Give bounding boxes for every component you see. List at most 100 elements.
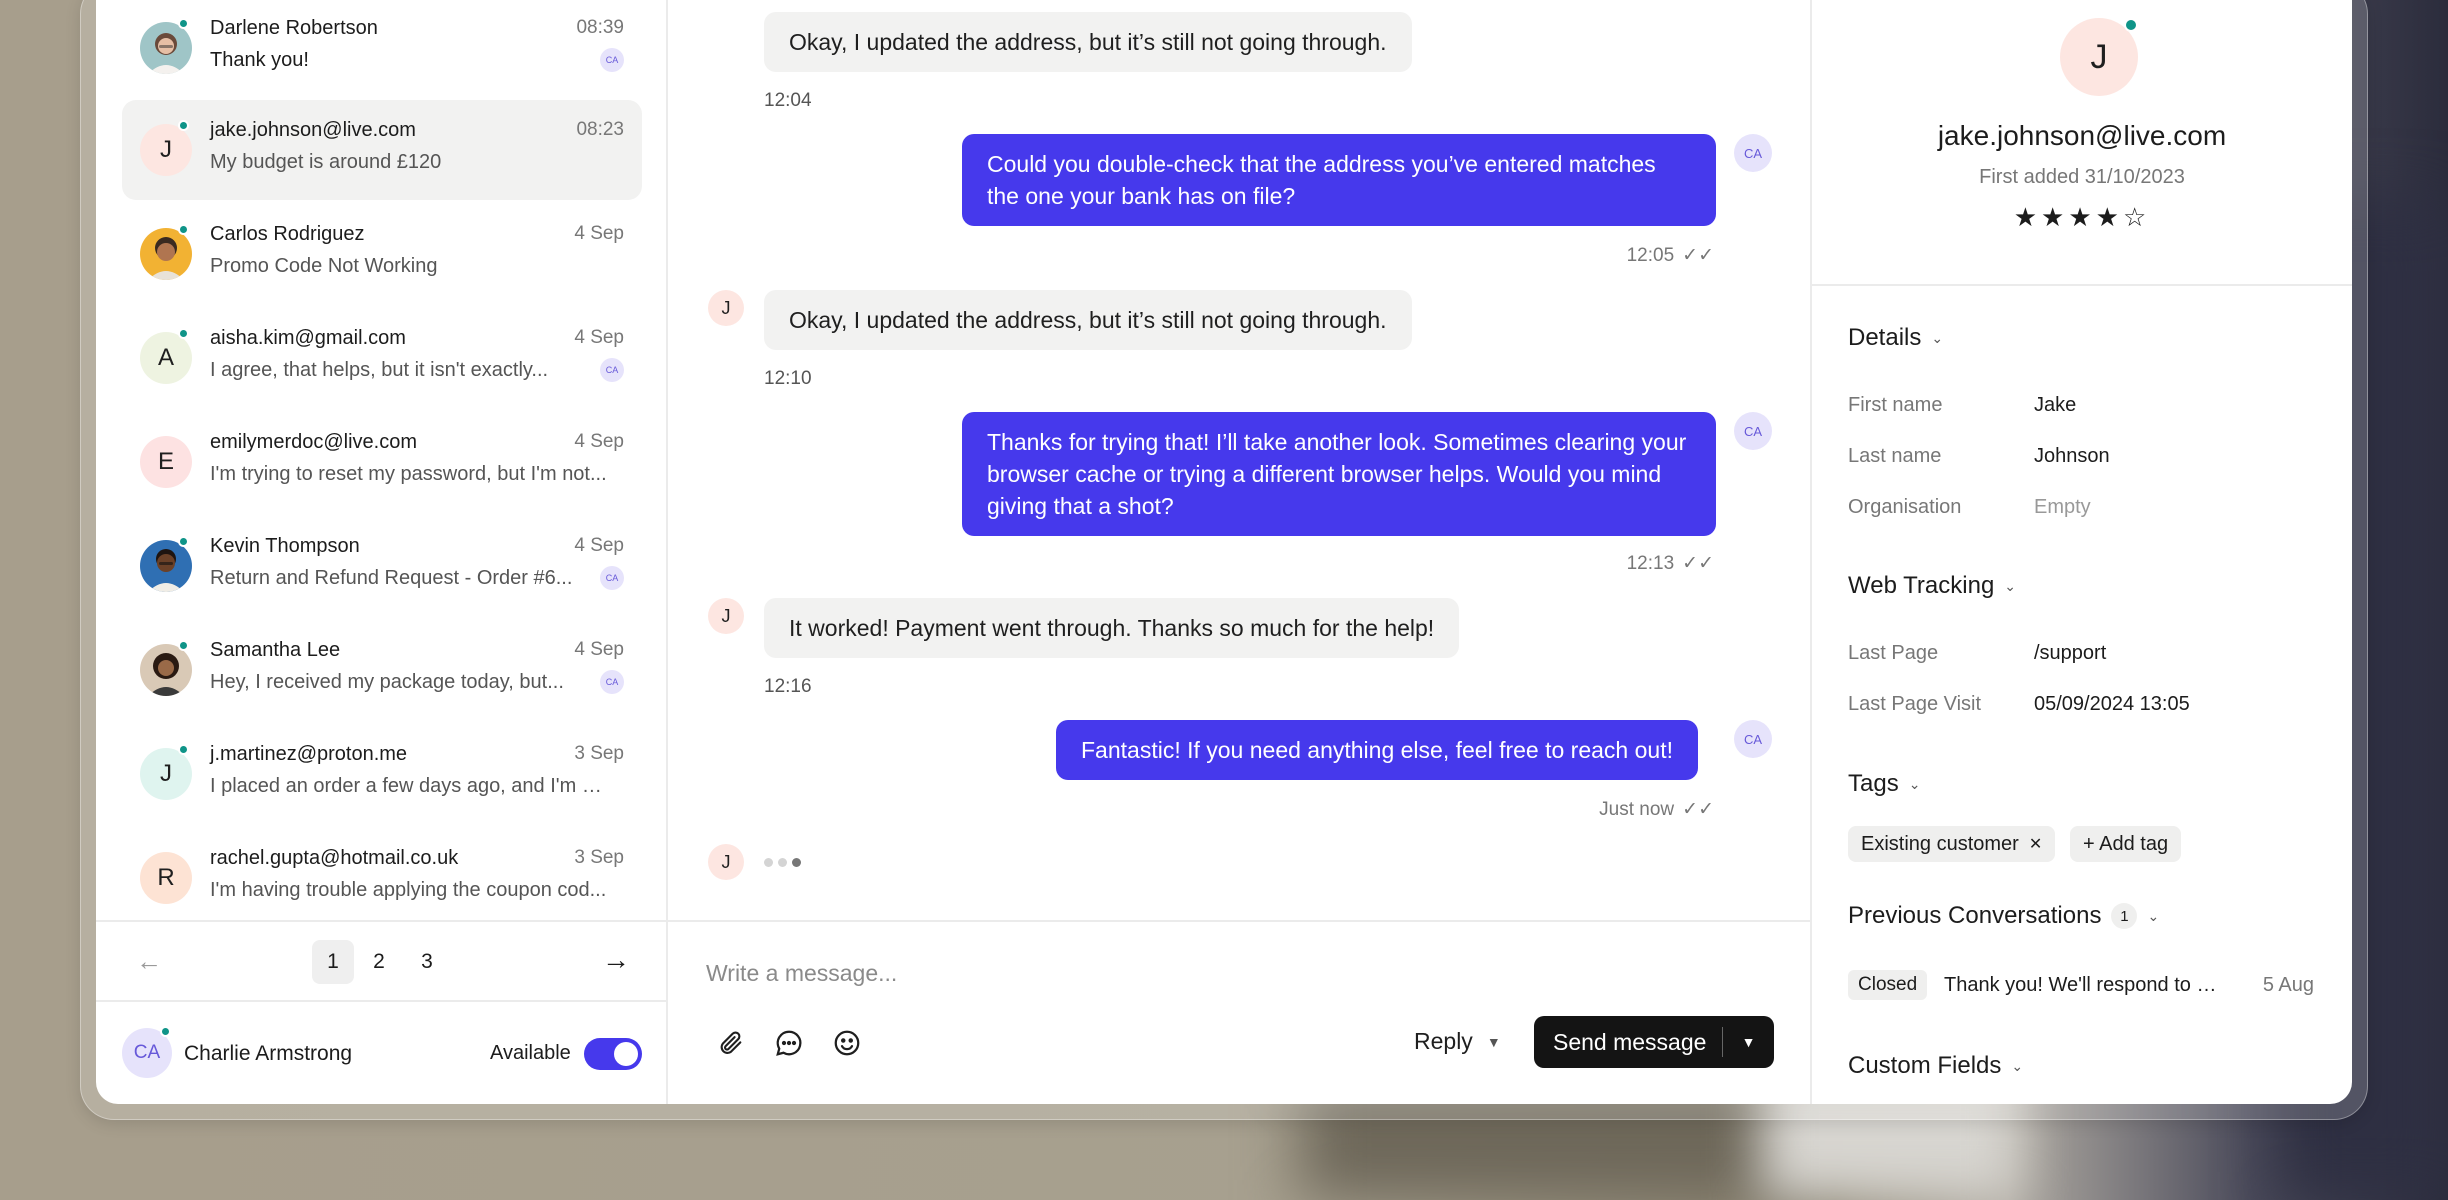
reply-mode-dropdown[interactable]: Reply ▼	[1414, 1028, 1501, 1055]
online-indicator	[178, 744, 189, 755]
conversation-item[interactable]: E emilymerdoc@live.com 4 Sep I'm trying …	[122, 412, 642, 512]
avatar: CA	[1734, 412, 1772, 450]
avatar	[140, 22, 192, 74]
message-time: 12:05	[1626, 244, 1675, 266]
web-tracking-section-header[interactable]: Web Tracking ⌄	[1848, 572, 2016, 600]
contact-email: jake.johnson@live.com	[1937, 120, 2227, 151]
conversation-list: Darlene Robertson 08:39 Thank you! CA J …	[96, 0, 666, 920]
first-name-value[interactable]: Jake	[2034, 394, 2076, 417]
custom-fields-section-header[interactable]: Custom Fields ⌄	[1848, 1052, 2023, 1080]
chevron-down-icon: ⌄	[1908, 775, 1921, 792]
conversation-item[interactable]: Carlos Rodriguez 4 Sep Promo Code Not Wo…	[122, 204, 642, 304]
reply-label: Reply	[1414, 1028, 1473, 1054]
field-label: Organisation	[1848, 496, 1962, 518]
status-badge: Closed	[1848, 970, 1928, 1000]
arrow-left-icon[interactable]: ←	[136, 946, 162, 977]
paperclip-icon[interactable]	[714, 1026, 748, 1060]
inbox-app: Darlene Robertson 08:39 Thank you! CA J …	[96, 0, 2352, 1104]
details-section-header[interactable]: Details ⌄	[1848, 324, 1943, 352]
conversation-item[interactable]: J j.martinez@proton.me 3 Sep I placed an…	[122, 724, 642, 824]
conversation-preview: Thank you!	[210, 49, 309, 71]
field-label: Last Page	[1848, 642, 1939, 664]
star-rating[interactable]: ★★★★☆	[1812, 202, 2352, 233]
chevron-down-icon: ⌄	[2147, 907, 2160, 924]
page-2-button[interactable]: 2	[358, 940, 400, 984]
add-tag-button[interactable]: + Add tag	[2070, 826, 2182, 862]
send-label: Send message	[1553, 1028, 1707, 1055]
message-composer: Reply ▼ Send message ▼	[668, 920, 1812, 1104]
page-1-button[interactable]: 1	[312, 940, 354, 984]
avatar: CA	[1734, 720, 1772, 758]
last-name-value[interactable]: Johnson	[2034, 445, 2110, 468]
double-check-icon: ✓✓	[1682, 799, 1714, 820]
double-check-icon: ✓✓	[1682, 553, 1714, 574]
conversation-name: Carlos Rodriguez	[210, 223, 365, 245]
message-outgoing: Fantastic! If you need anything else, fe…	[1056, 720, 1698, 780]
chevron-down-icon: ⌄	[1931, 329, 1944, 346]
conversation-time: 4 Sep	[574, 639, 624, 660]
message-time: 12:16	[764, 676, 812, 697]
avatar: J	[708, 844, 744, 880]
conversation-name: aisha.kim@gmail.com	[210, 327, 406, 349]
message-status: 12:05 ✓✓	[1627, 244, 1714, 267]
field-label: First name	[1848, 394, 1943, 416]
conversation-item[interactable]: R rachel.gupta@hotmail.co.uk 3 Sep I'm h…	[122, 828, 642, 928]
agent-badge: CA	[600, 566, 624, 590]
message-input[interactable]	[706, 960, 1606, 987]
conversation-time: 08:23	[576, 119, 624, 140]
conversation-name: Samantha Lee	[210, 639, 341, 661]
previous-conversation-item[interactable]: Thank you! We'll respond to your query s…	[1944, 974, 2226, 997]
avatar: J	[708, 598, 744, 634]
chevron-down-icon: ⌄	[2004, 577, 2017, 594]
double-check-icon: ✓✓	[1682, 245, 1714, 266]
caret-down-icon[interactable]: ▼	[1723, 1034, 1774, 1050]
first-added: First added 31/10/2023	[1979, 166, 2185, 188]
online-indicator	[178, 536, 189, 547]
arrow-right-icon[interactable]: →	[602, 944, 630, 976]
online-indicator	[160, 1026, 171, 1037]
conversation-item[interactable]: Kevin Thompson 4 Sep Return and Refund R…	[122, 516, 642, 616]
avatar: A	[140, 332, 192, 384]
avatar	[140, 540, 192, 592]
contact-panel: J jake.johnson@live.com First added 31/1…	[1812, 0, 2352, 1104]
section-title: Previous Conversations	[1848, 902, 2102, 929]
conversation-time: 3 Sep	[574, 743, 624, 764]
send-message-button[interactable]: Send message ▼	[1534, 1016, 1774, 1068]
avatar	[140, 228, 192, 280]
last-page-value: /support	[2034, 642, 2107, 664]
conversation-item[interactable]: Darlene Robertson 08:39 Thank you! CA	[122, 0, 642, 98]
chat-bubble-icon[interactable]	[772, 1026, 806, 1060]
message-status: Just now ✓✓	[1599, 798, 1714, 821]
online-indicator	[178, 640, 189, 651]
conversation-name: emilymerdoc@live.com	[210, 431, 418, 453]
online-indicator	[178, 224, 189, 235]
availability-toggle[interactable]	[584, 1038, 642, 1070]
conversation-item[interactable]: Samantha Lee 4 Sep Hey, I received my pa…	[122, 620, 642, 720]
section-title: Web Tracking	[1848, 572, 1995, 599]
avatar: R	[140, 852, 192, 904]
online-indicator	[2124, 18, 2138, 32]
previous-conversations-header[interactable]: Previous Conversations 1 ⌄	[1848, 902, 2159, 930]
organisation-value[interactable]: Empty	[2034, 496, 2091, 519]
field-label: Last Page Visit	[1848, 693, 1982, 715]
emoji-icon[interactable]	[830, 1026, 864, 1060]
availability-label: Available	[490, 1042, 571, 1064]
message-time: 12:10	[764, 368, 812, 389]
message-time: Just now	[1599, 798, 1675, 820]
pagination: ← 1 2 3 →	[96, 920, 666, 1002]
section-title: Custom Fields	[1848, 1052, 2002, 1079]
conversation-name: Darlene Robertson	[210, 17, 378, 39]
avatar: E	[140, 436, 192, 488]
agent-name: Charlie Armstrong	[184, 1042, 353, 1065]
tags-section-header[interactable]: Tags ⌄	[1848, 770, 1920, 798]
message-status: 12:13 ✓✓	[1627, 552, 1714, 575]
conversation-preview: My budget is around £120	[210, 151, 442, 173]
page-3-button[interactable]: 3	[406, 940, 448, 984]
conversation-item-active[interactable]: J jake.johnson@live.com 08:23 My budget …	[122, 100, 642, 200]
last-page-visit-value: 05/09/2024 13:05	[2034, 693, 2190, 715]
close-icon[interactable]: ✕	[2029, 834, 2042, 854]
agent-badge: CA	[600, 358, 624, 382]
conversation-preview: Promo Code Not Working	[210, 255, 438, 277]
conversation-item[interactable]: A aisha.kim@gmail.com 4 Sep I agree, tha…	[122, 308, 642, 408]
conversation-preview: Hey, I received my package today, but...	[210, 671, 564, 693]
